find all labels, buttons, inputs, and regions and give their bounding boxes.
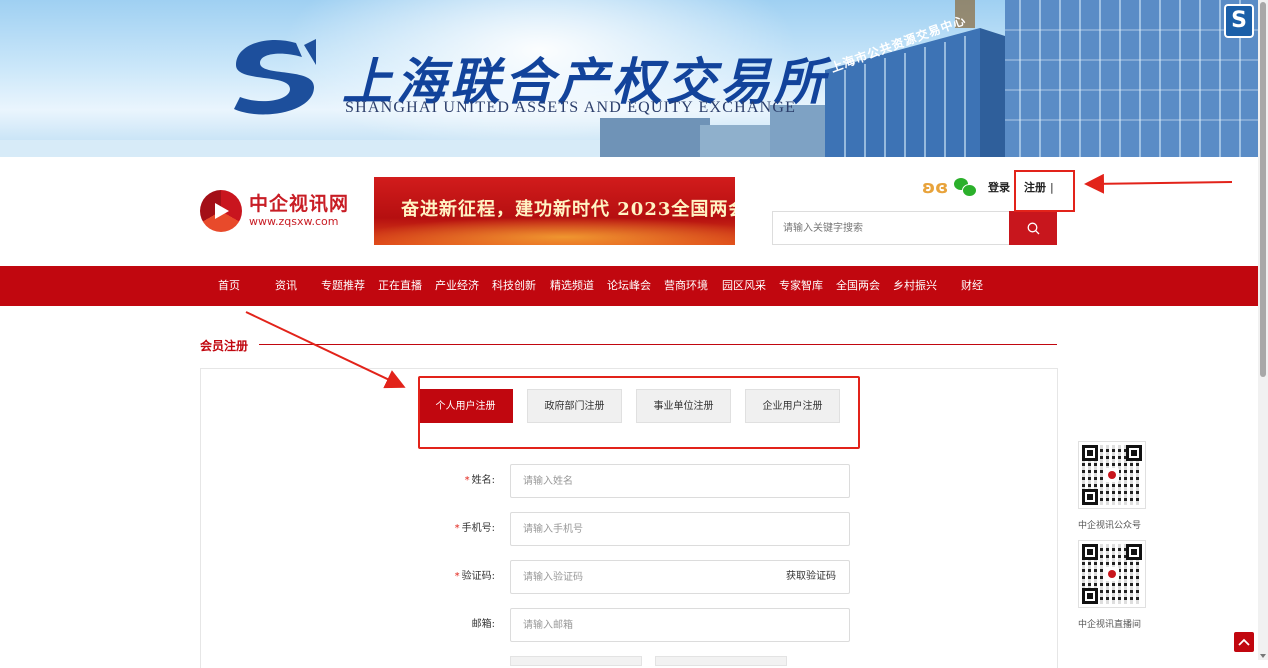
qr-finder: [1082, 588, 1098, 604]
search-bar: [772, 211, 1057, 245]
qr-finder: [1082, 544, 1098, 560]
form-row-email: 邮箱:: [420, 608, 850, 642]
phone-field[interactable]: [510, 512, 850, 546]
page-scrollbar[interactable]: [1258, 0, 1268, 660]
code-label: * 验证码:: [454, 571, 495, 582]
nav-item-forums[interactable]: 论坛峰会: [607, 266, 651, 306]
nav-item-topics[interactable]: 专题推荐: [321, 266, 365, 306]
login-link[interactable]: 登录: [988, 179, 1010, 195]
qr-pattern: [1082, 544, 1142, 604]
nav-item-home[interactable]: 首页: [218, 266, 240, 306]
form-row-code: *验证码: 获取验证码: [420, 560, 850, 594]
search-button[interactable]: [1009, 211, 1057, 245]
name-label: * 姓名:: [464, 475, 495, 486]
exchange-title-en: SHANGHAI UNITED ASSETS AND EQUITY EXCHAN…: [345, 99, 797, 116]
section-title: 会员注册: [200, 339, 249, 353]
nav-item-parks[interactable]: 园区风采: [722, 266, 766, 306]
qr-finder: [1126, 544, 1142, 560]
nav-item-experts[interactable]: 专家智库: [779, 266, 823, 306]
tabs-highlight-box: [418, 376, 860, 449]
search-input[interactable]: [772, 211, 1009, 245]
nav-item-news[interactable]: 资讯: [275, 266, 297, 306]
qr-code-live: [1078, 540, 1146, 608]
partial-button-right[interactable]: [655, 656, 787, 666]
back-to-top-button[interactable]: [1234, 632, 1254, 652]
qr-finder: [1082, 445, 1098, 461]
form-row-name: * 姓名:: [420, 464, 850, 498]
name-field[interactable]: [510, 464, 850, 498]
phone-label: * 手机号:: [454, 523, 495, 534]
nav-item-tech[interactable]: 科技创新: [492, 266, 536, 306]
partial-button-left[interactable]: [510, 656, 642, 666]
nav-item-business-env[interactable]: 营商环境: [664, 266, 708, 306]
qr-logo-icon: [1105, 567, 1119, 581]
exchange-banner: 上海联合产权交易所 SHANGHAI UNITED ASSETS AND EQU…: [0, 0, 1258, 157]
butterfly-icon[interactable]: ʚɞ: [922, 177, 948, 198]
qr-code-official: [1078, 441, 1146, 509]
site-name: 中企视讯网: [249, 193, 350, 215]
promo-text: 奋进新征程，建功新时代 2023全国两会专题: [401, 199, 735, 220]
section-divider: [259, 344, 1057, 345]
nav-item-featured[interactable]: 精选频道: [550, 266, 594, 306]
required-mark: *: [464, 475, 470, 486]
nav-item-rural[interactable]: 乡村振兴: [893, 266, 937, 306]
qr-finder: [1126, 445, 1142, 461]
nav-item-industry[interactable]: 产业经济: [435, 266, 479, 306]
arrow-to-register: [1084, 173, 1233, 194]
get-code-button[interactable]: 获取验证码: [786, 560, 836, 594]
email-field[interactable]: [510, 608, 850, 642]
qr-caption-live: 中企视讯直播间: [1078, 620, 1142, 630]
email-label: 邮箱:: [471, 619, 495, 630]
nav-item-live[interactable]: 正在直播: [378, 266, 422, 306]
play-logo-icon: [200, 190, 242, 232]
nav-item-finance[interactable]: 财经: [961, 266, 983, 306]
required-mark: *: [454, 571, 460, 582]
scrollbar-thumb[interactable]: [1260, 2, 1266, 377]
nav-item-two-sessions[interactable]: 全国两会: [836, 266, 880, 306]
chevron-up-icon: [1238, 638, 1250, 646]
promo-banner[interactable]: 奋进新征程，建功新时代 2023全国两会专题: [374, 177, 735, 245]
form-row-phone: * 手机号:: [420, 512, 850, 546]
required-mark: *: [454, 523, 460, 534]
register-highlight-box: [1014, 170, 1075, 212]
qr-logo-icon: [1105, 468, 1119, 482]
shield-logo-icon[interactable]: S: [1224, 4, 1254, 38]
wechat-icon[interactable]: [954, 178, 977, 197]
exchange-logo-icon: [234, 39, 316, 115]
main-nav: 首页 资讯 专题推荐 正在直播 产业经济 科技创新 精选频道 论坛峰会 营商环境…: [0, 266, 1258, 306]
scroll-down-arrow-icon[interactable]: [1260, 654, 1266, 658]
qr-finder: [1082, 489, 1098, 505]
qr-caption-official: 中企视讯公众号: [1078, 521, 1142, 531]
search-icon: [1027, 222, 1039, 234]
promo-glow: [374, 217, 735, 245]
site-domain: www.zqsxw.com: [249, 215, 339, 228]
site-logo[interactable]: 中企视讯网 www.zqsxw.com: [200, 190, 349, 232]
qr-pattern: [1082, 445, 1142, 505]
